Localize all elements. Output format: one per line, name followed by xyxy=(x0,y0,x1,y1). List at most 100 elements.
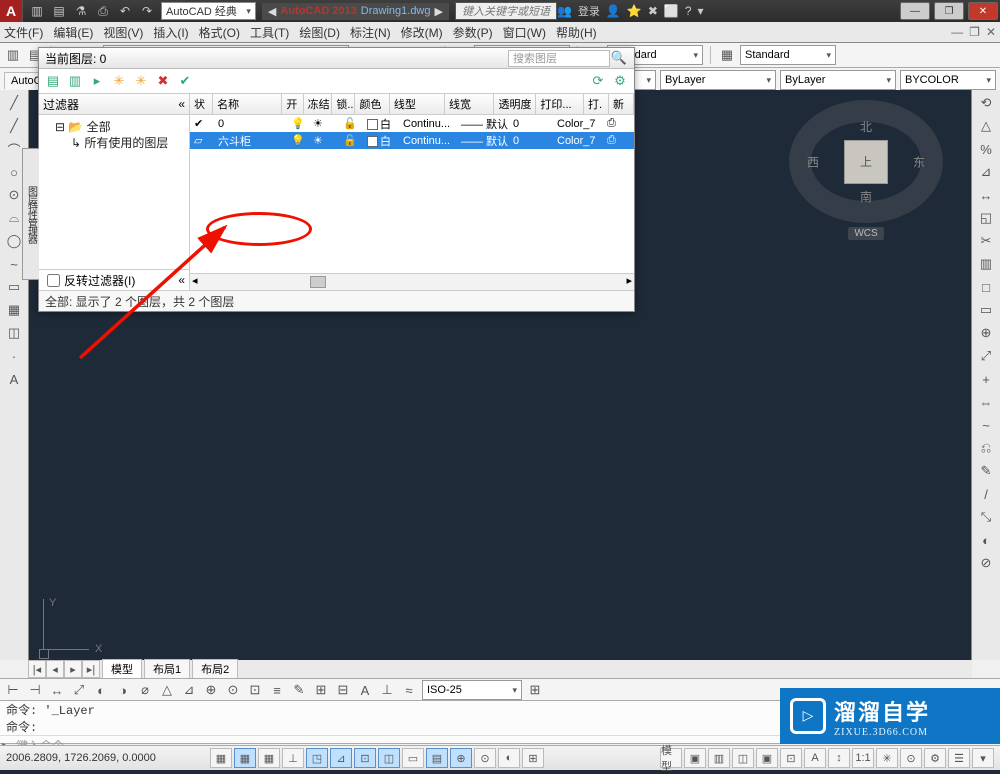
draw-tool-icon[interactable]: ◯ xyxy=(5,232,23,250)
tree-all-used[interactable]: 所有使用的图层 xyxy=(84,136,168,150)
dim-tool-icon[interactable]: A xyxy=(356,681,374,699)
layer-grid-hscroll[interactable]: ◂ ▸ xyxy=(190,273,634,290)
status-toggle[interactable]: ◳ xyxy=(306,748,328,768)
status-toggle[interactable]: ⊿ xyxy=(330,748,352,768)
layer-cell[interactable]: Color_7 xyxy=(553,135,603,147)
close-button[interactable]: ✕ xyxy=(968,2,998,20)
status-button[interactable]: 1:1 xyxy=(852,748,874,768)
layer-cell[interactable]: 💡 xyxy=(287,117,309,130)
layer-cell[interactable]: 六斗柜 xyxy=(214,133,287,149)
viewcube-face[interactable]: 上 xyxy=(844,140,888,184)
new-icon[interactable]: ▥ xyxy=(4,46,22,64)
status-toggle[interactable]: ▦ xyxy=(234,748,256,768)
dim-tool-icon[interactable]: △ xyxy=(158,681,176,699)
column-header[interactable]: 打印... xyxy=(536,94,584,114)
layer-search[interactable]: 搜索图层 xyxy=(508,50,610,67)
draw-tool-icon[interactable]: ⌓ xyxy=(5,209,23,227)
mdi-button[interactable]: ❐ xyxy=(969,25,980,39)
status-toggle[interactable]: ▤ xyxy=(426,748,448,768)
layout-tab[interactable]: 布局1 xyxy=(144,659,190,678)
dim-tool-icon[interactable]: ⊣ xyxy=(26,681,44,699)
collapse-icon[interactable]: « xyxy=(178,97,185,111)
dim-tool-icon[interactable]: ⊞ xyxy=(312,681,330,699)
layer-grid-rows[interactable]: ✔0💡☀🔓白Continu...—— 默认0Color_7⎙▱六斗柜💡☀🔓白Co… xyxy=(190,115,634,273)
collapse-icon[interactable]: « xyxy=(178,273,185,287)
infocenter-icon[interactable]: ▾ xyxy=(698,4,704,18)
dim-tool-icon[interactable]: ≈ xyxy=(400,681,418,699)
layer-cell[interactable]: —— 默认 xyxy=(457,133,509,149)
column-header[interactable]: 开 xyxy=(282,94,303,114)
column-header[interactable]: 名称 xyxy=(213,94,282,114)
status-button[interactable]: ⚙ xyxy=(924,748,946,768)
modify-tool-icon[interactable]: △ xyxy=(977,117,995,135)
menu-item[interactable]: 视图(V) xyxy=(103,24,143,41)
dim-tool-icon[interactable]: ◐ xyxy=(92,681,110,699)
layer-cell[interactable]: —— 默认 xyxy=(457,116,509,132)
status-toggle[interactable]: ▦ xyxy=(258,748,280,768)
modify-tool-icon[interactable]: % xyxy=(977,140,995,158)
status-toggle[interactable]: ⊥ xyxy=(282,748,304,768)
dim-tool-icon[interactable]: ✎ xyxy=(290,681,308,699)
draw-tool-icon[interactable]: ⊙ xyxy=(5,186,23,204)
draw-tool-icon[interactable]: ▭ xyxy=(5,278,23,296)
tree-root[interactable]: 全部 xyxy=(87,120,111,134)
status-toggle[interactable]: ⊕ xyxy=(450,748,472,768)
status-button[interactable]: ⊙ xyxy=(900,748,922,768)
layer-cell[interactable]: 白 xyxy=(363,133,399,149)
layer-cell[interactable]: ☀ xyxy=(309,134,339,147)
modify-tool-icon[interactable]: + xyxy=(977,370,995,388)
modify-tool-icon[interactable]: ⤢ xyxy=(977,347,995,365)
layer-cell[interactable]: 0 xyxy=(509,118,553,130)
maximize-button[interactable]: ❐ xyxy=(934,2,964,20)
infocenter-icon[interactable]: ? xyxy=(685,4,692,18)
draw-tool-icon[interactable]: ~ xyxy=(5,255,23,273)
wcs-badge[interactable]: WCS xyxy=(848,227,883,240)
status-button[interactable]: ☰ xyxy=(948,748,970,768)
status-button[interactable]: ⊡ xyxy=(780,748,802,768)
qat-icon[interactable]: ▥ xyxy=(29,3,45,19)
menu-item[interactable]: 修改(M) xyxy=(401,24,443,41)
dim-update-icon[interactable]: ⊞ xyxy=(526,681,544,699)
layer-cell[interactable]: ⎙ xyxy=(603,117,629,130)
tablestyle-icon[interactable]: ▦ xyxy=(718,46,736,64)
column-header[interactable]: 线宽 xyxy=(445,94,494,114)
layer-cell[interactable]: Continu... xyxy=(399,135,457,147)
layer-tool-icon[interactable]: ✖ xyxy=(155,73,171,89)
modify-tool-icon[interactable]: ▥ xyxy=(977,255,995,273)
modify-tool-icon[interactable]: ⊿ xyxy=(977,163,995,181)
status-button[interactable]: ▣ xyxy=(756,748,778,768)
modify-tool-icon[interactable]: ✂ xyxy=(977,232,995,250)
status-button[interactable]: 模型 xyxy=(660,748,682,768)
column-header[interactable]: 线型 xyxy=(390,94,445,114)
viewcube-compass[interactable]: 上 北 南 东 西 xyxy=(789,100,943,223)
layer-tool-icon[interactable]: ⟳ xyxy=(590,73,606,89)
status-button[interactable]: A xyxy=(804,748,826,768)
plotstyle-dropdown[interactable]: BYCOLOR xyxy=(900,70,996,90)
status-button[interactable]: ▾ xyxy=(972,748,994,768)
draw-tool-icon[interactable]: ╱ xyxy=(5,94,23,112)
infocenter-icon[interactable]: ⬜ xyxy=(664,4,679,18)
layer-cell[interactable]: ⎙ xyxy=(603,134,629,147)
layer-tool-icon[interactable]: ⚙ xyxy=(612,73,628,89)
viewcube[interactable]: 上 北 南 东 西 WCS xyxy=(801,100,931,240)
modify-tool-icon[interactable]: ↔ xyxy=(977,186,995,204)
layer-cell[interactable]: Continu... xyxy=(399,118,457,130)
scroll-thumb[interactable] xyxy=(310,276,326,288)
column-header[interactable]: 冻结 xyxy=(304,94,333,114)
draw-tool-icon[interactable]: ╱ xyxy=(5,117,23,135)
dim-tool-icon[interactable]: ⊿ xyxy=(180,681,198,699)
status-button[interactable]: ▥ xyxy=(708,748,730,768)
modify-tool-icon[interactable]: ✎ xyxy=(977,462,995,480)
login-link[interactable]: 登录 xyxy=(578,3,600,19)
draw-tool-icon[interactable]: ⌒ xyxy=(5,140,23,158)
modify-tool-icon[interactable]: ⎌ xyxy=(977,439,995,457)
layer-filter-tree[interactable]: ⊟ 📂 全部 ↳ 所有使用的图层 xyxy=(39,115,189,269)
infocenter-icon[interactable]: 👤 xyxy=(606,4,621,18)
layer-tool-icon[interactable]: ✳ xyxy=(133,73,149,89)
modify-tool-icon[interactable]: ▭ xyxy=(977,301,995,319)
status-toggle[interactable]: ⊙ xyxy=(474,748,496,768)
menu-item[interactable]: 插入(I) xyxy=(153,24,188,41)
menu-item[interactable]: 窗口(W) xyxy=(503,24,546,41)
menu-item[interactable]: 标注(N) xyxy=(350,24,391,41)
status-toggle[interactable]: ⊡ xyxy=(354,748,376,768)
